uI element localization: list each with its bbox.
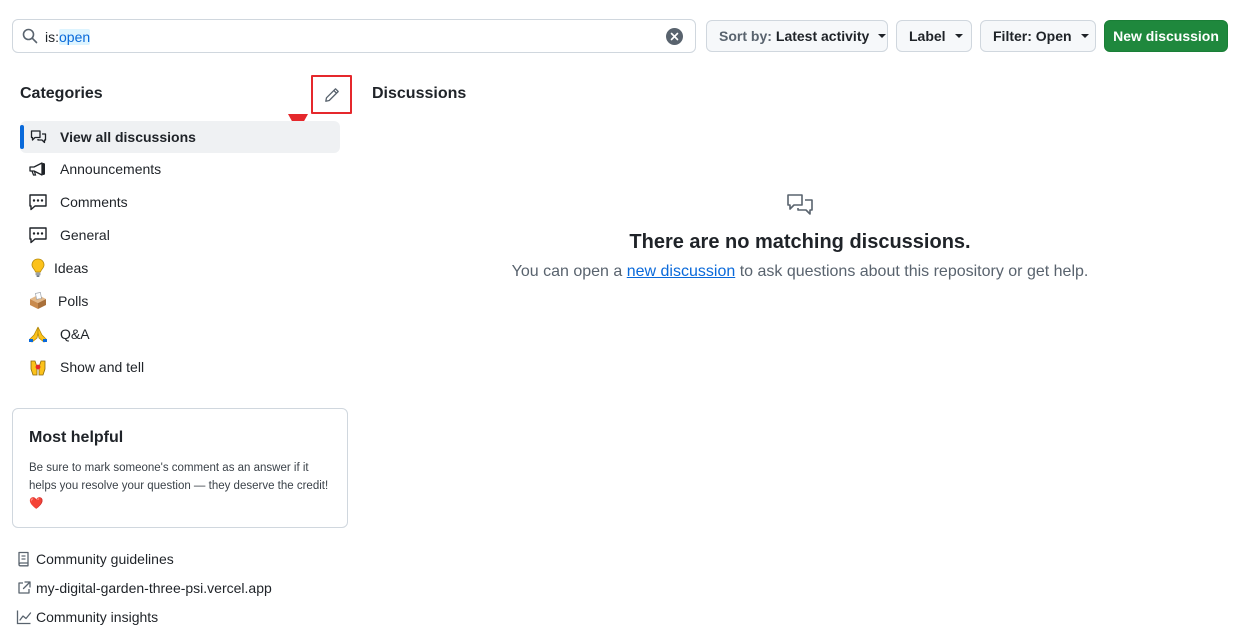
graph-icon	[16, 610, 32, 625]
comment-discussion-icon	[787, 194, 813, 215]
empty-state-title: There are no matching discussions.	[629, 231, 971, 253]
new-discussion-link[interactable]: new discussion	[627, 263, 736, 280]
speech-balloon-icon	[28, 192, 48, 212]
sidebar-item-polls[interactable]: Polls	[20, 285, 340, 317]
sort-dropdown[interactable]: Sort by: Latest activity	[706, 20, 888, 52]
caret-down-icon	[878, 34, 887, 38]
folded-hands-icon	[28, 324, 48, 344]
sidebar-item-qa[interactable]: Q&A	[20, 318, 340, 350]
clear-search-icon[interactable]	[666, 28, 683, 45]
comment-discussion-icon	[28, 127, 48, 147]
lightbulb-icon	[28, 258, 48, 278]
community-insights-link[interactable]: Community insights	[16, 607, 158, 627]
sidebar-item-general[interactable]: General	[20, 219, 340, 251]
link-label: Community insights	[36, 609, 159, 625]
caret-down-icon	[954, 34, 963, 38]
sidebar-item-label: Comments	[60, 194, 128, 210]
sidebar-item-label: Polls	[58, 293, 89, 309]
pencil-icon	[324, 87, 339, 102]
speech-balloon-icon	[28, 225, 48, 245]
label-dropdown-text: Label	[909, 28, 946, 44]
sidebar-item-label: Show and tell	[60, 359, 145, 375]
sidebar-item-view-all[interactable]: View all discussions	[20, 121, 340, 153]
search-icon	[22, 28, 38, 44]
sidebar-item-comments[interactable]: Comments	[20, 186, 340, 218]
heart-icon: ❤️	[29, 498, 44, 510]
sidebar-item-label: Ideas	[54, 260, 89, 276]
link-external-icon	[18, 581, 31, 594]
raised-hands-icon	[28, 357, 48, 377]
filter-dropdown-text: Filter: Open	[993, 28, 1072, 44]
link-label: Community guidelines	[36, 551, 174, 567]
sidebar-item-label: Q&A	[60, 326, 90, 342]
filter-dropdown[interactable]: Filter: Open	[980, 20, 1096, 52]
sidebar-item-label: Announcements	[60, 161, 162, 177]
community-guidelines-link[interactable]: Community guidelines	[16, 549, 174, 569]
link-label: my-digital-garden-three-psi.vercel.app	[36, 580, 272, 596]
discussions-heading: Discussions	[372, 85, 467, 102]
most-helpful-card: Most helpful Be sure to mark someone's c…	[12, 408, 348, 528]
search-query[interactable]: is:open	[45, 29, 91, 45]
categories-heading: Categories	[20, 85, 103, 102]
megaphone-icon	[28, 159, 48, 179]
sidebar-item-announcements[interactable]: Announcements	[20, 153, 340, 185]
search-input[interactable]: is:open	[12, 19, 696, 53]
sidebar-item-label: General	[60, 227, 110, 243]
ballot-box-icon	[28, 291, 48, 311]
caret-down-icon	[1080, 34, 1089, 38]
new-discussion-button[interactable]: New discussion	[1104, 20, 1228, 52]
new-discussion-label: New discussion	[1113, 28, 1219, 44]
external-site-link[interactable]: my-digital-garden-three-psi.vercel.app	[16, 578, 272, 598]
sort-value: Latest activity	[775, 28, 870, 44]
sidebar-item-ideas[interactable]: Ideas	[20, 252, 340, 284]
label-dropdown[interactable]: Label	[896, 20, 972, 52]
most-helpful-title: Most helpful	[29, 429, 124, 446]
most-helpful-body: Be sure to mark someone's comment as an …	[29, 462, 329, 510]
sidebar-item-label: View all discussions	[60, 129, 196, 145]
book-icon	[18, 551, 29, 567]
sidebar-item-show-and-tell[interactable]: Show and tell	[20, 351, 340, 383]
empty-state-message: You can open a new discussion to ask que…	[511, 263, 1089, 280]
sort-prefix: Sort by:	[719, 28, 772, 44]
